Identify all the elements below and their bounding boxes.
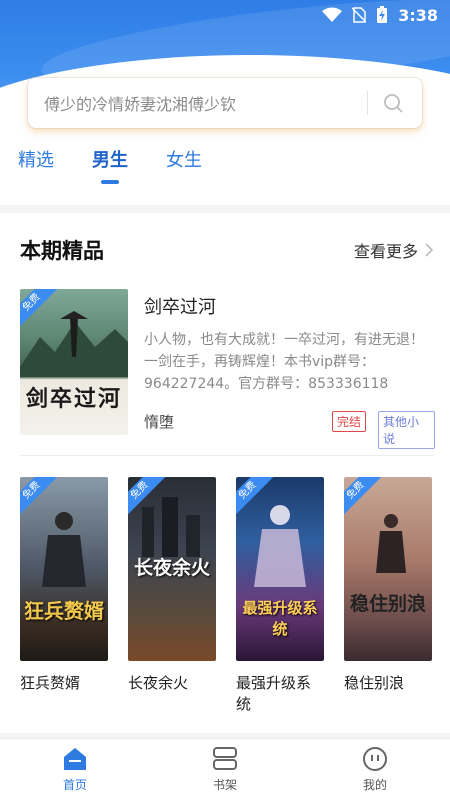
tab-male-label: 男生 [92,150,128,171]
profile-icon [363,747,387,771]
book-title[interactable]: 长夜余火 [128,673,216,694]
nav-profile[interactable]: 我的 [325,746,425,793]
tab-male[interactable]: 男生 [92,146,128,184]
book-title[interactable]: 狂兵赘婿 [20,673,108,694]
featured-author: 惰堕 [144,413,175,431]
nav-bookshelf[interactable]: 书架 [175,746,275,793]
home-icon [64,748,86,770]
status-bar: 3:38 [0,0,450,30]
book-title[interactable]: 最强升级系统 [236,673,324,715]
cover-title: 长夜余火 [133,557,210,579]
status-time: 3:38 [398,5,438,25]
cover-art-swordsman [20,311,128,377]
cover-art-hero [254,505,306,587]
book-card[interactable]: 免费 最强升级系统 最强升级系统 [236,477,324,715]
cover-art-figure [376,514,406,573]
tab-featured[interactable]: 精选 [18,146,54,172]
featured-description: 小人物，也有大成就！一卒过河，有进无退！一剑在手，再铸辉煌！本书vip群号：96… [144,332,424,392]
nav-profile-label: 我的 [362,778,387,792]
wifi-icon [322,7,343,22]
cover-title: 稳住别浪 [349,593,426,615]
section-header: 本期精品 查看更多 [20,235,434,265]
nav-home-label: 首页 [62,778,87,792]
book-cover[interactable]: 免费 长夜余火 [128,477,216,661]
cover-title: 狂兵赘婿 [24,599,104,623]
view-more-link[interactable]: 查看更多 [354,238,434,262]
section-title: 本期精品 [20,239,104,263]
chevron-right-icon [425,243,434,257]
active-tab-indicator [101,180,119,184]
search-bar[interactable]: 傅少的冷情娇妻沈湘傅少钦 [28,78,422,128]
section-divider [20,455,434,456]
search-icon[interactable] [382,92,404,114]
header: 3:38 傅少的冷情娇妻沈湘傅少钦 精选 男生 女生 [0,0,450,205]
featured-title[interactable]: 剑卒过河 [144,293,216,319]
view-more-label: 查看更多 [353,242,418,261]
book-cover[interactable]: 免费 最强升级系统 [236,477,324,661]
book-card[interactable]: 免费 长夜余火 长夜余火 [128,477,216,694]
bottom-navigation: 首页 书架 我的 [0,738,450,800]
bookshelf-icon [213,747,237,770]
category-tabs: 精选 男生 女生 [18,146,202,184]
nav-bookshelf-label: 书架 [212,778,237,792]
search-divider [367,91,368,115]
no-sim-icon [352,7,367,23]
book-card[interactable]: 免费 稳住别浪 稳住别浪 [344,477,432,694]
tag-genre: 其他小说 [378,411,435,449]
cover-art-ruins [142,497,200,557]
featured-book-cover[interactable]: 免费 剑卒过河 [20,289,128,435]
search-input[interactable]: 傅少的冷情娇妻沈湘傅少钦 [44,91,367,115]
book-cover[interactable]: 免费 稳住别浪 [344,477,432,661]
featured-book[interactable]: 免费 剑卒过河 剑卒过河 小人物，也有大成就！一卒过河，有进无退！一剑在手，再铸… [20,289,435,449]
cover-title: 最强升级系统 [242,599,318,638]
cover-title: 剑卒过河 [25,386,122,412]
book-title[interactable]: 稳住别浪 [344,673,432,694]
tab-female[interactable]: 女生 [166,146,202,172]
book-card[interactable]: 免费 狂兵赘婿 狂兵赘婿 [20,477,108,694]
main-content: 本期精品 查看更多 免费 剑卒过河 剑卒过河 小人物，也有大成就！一卒过河，有进… [0,213,450,733]
nav-home[interactable]: 首页 [25,746,125,793]
book-cover[interactable]: 免费 狂兵赘婿 [20,477,108,661]
free-badge: 免费 [344,477,383,518]
tag-completed: 完结 [332,411,367,432]
cover-art-soldier [42,512,86,587]
battery-charging-icon [377,6,388,23]
